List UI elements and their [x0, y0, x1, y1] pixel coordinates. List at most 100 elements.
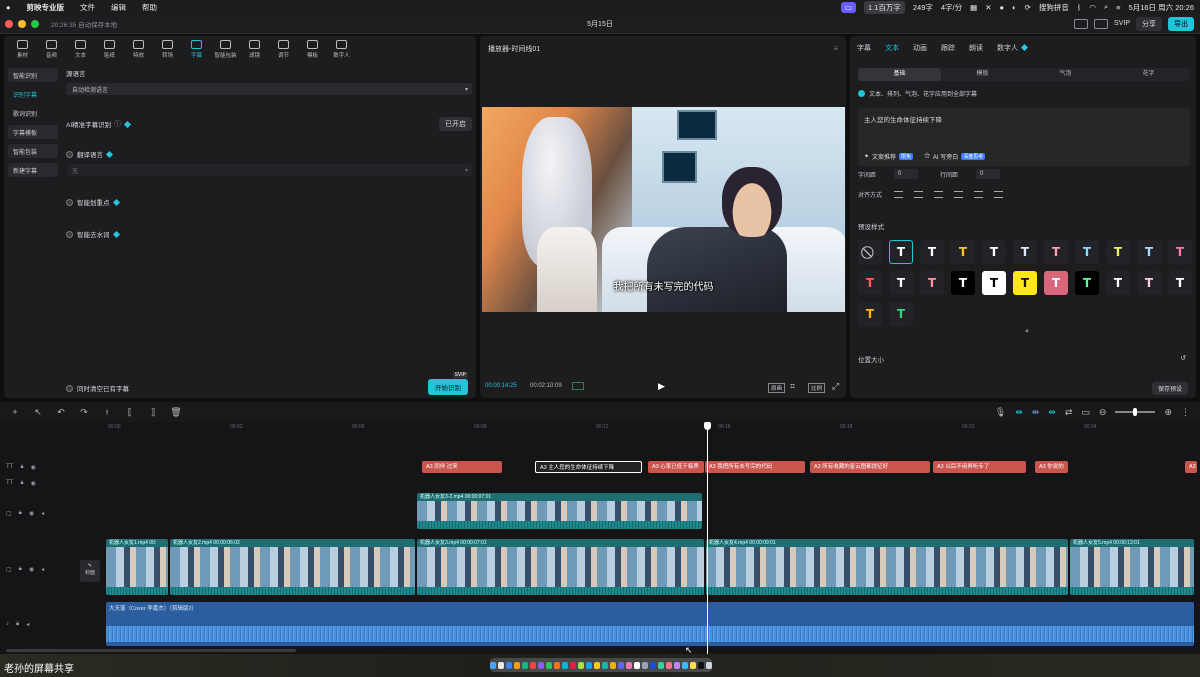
- main-video-clip[interactable]: 机器人女友4.mp4 00:00:09:01: [706, 539, 1068, 595]
- menu-edit[interactable]: 编辑: [111, 2, 126, 13]
- dock-app-icon[interactable]: [569, 661, 577, 669]
- fullscreen-icon[interactable]: ⤢: [832, 381, 839, 392]
- dock-app-icon[interactable]: [617, 661, 625, 669]
- dock-app-icon[interactable]: [593, 661, 601, 669]
- main-video-clip[interactable]: 机器人女友5.mp4 00:00:13:01: [1070, 539, 1194, 595]
- toolbar-item[interactable]: 滤镜: [240, 36, 269, 62]
- caption-clip[interactable]: A3 心率已低于临界: [648, 461, 704, 473]
- audio-icon[interactable]: ◂: [41, 566, 44, 573]
- save-preset-button[interactable]: 保存预设: [1151, 382, 1188, 395]
- dock-app-icon[interactable]: [697, 661, 705, 669]
- audio-clip[interactable]: 大天蓬（Cover 李嘉杰）（剪辑版2）: [106, 602, 1194, 646]
- timeline-scrollbar[interactable]: [6, 649, 296, 652]
- ai-precise-toggle[interactable]: 已开启: [439, 117, 472, 131]
- search-icon[interactable]: ⌕: [1104, 2, 1108, 12]
- zoom-in-icon[interactable]: ⊕: [1164, 407, 1172, 418]
- dewater-checkbox[interactable]: [66, 230, 73, 238]
- caption-clip[interactable]: A3 所有收藏的星云图都提征好: [810, 461, 930, 473]
- preset-style[interactable]: T: [889, 271, 913, 295]
- menu-app[interactable]: 剪映专业版: [27, 2, 65, 13]
- keyboard-icon[interactable]: [1094, 18, 1109, 29]
- dock-app-icon[interactable]: [585, 661, 593, 669]
- eye-icon[interactable]: ◉: [29, 510, 34, 517]
- align-vertical-center-icon[interactable]: [974, 191, 984, 198]
- lock-icon[interactable]: 🔒︎: [20, 480, 23, 487]
- dock-app-icon[interactable]: [689, 661, 697, 669]
- preset-style[interactable]: T: [1106, 240, 1130, 264]
- apply-all-checkbox[interactable]: [858, 90, 865, 97]
- preset-style[interactable]: T: [982, 240, 1006, 264]
- toolbar-item[interactable]: 文本: [66, 36, 95, 62]
- lock-icon[interactable]: 🔒︎: [20, 464, 23, 471]
- eye-icon[interactable]: ◉: [29, 566, 34, 573]
- play-icon[interactable]: ▶: [658, 381, 665, 392]
- preset-none-icon[interactable]: ⃠: [858, 240, 882, 264]
- dock-app-icon[interactable]: [625, 661, 633, 669]
- preset-style[interactable]: T: [1137, 271, 1161, 295]
- caption-clip[interactable]: A3: [1185, 461, 1197, 473]
- magnet-icon[interactable]: ⇹: [1032, 407, 1040, 418]
- more-icon[interactable]: ⋮: [1181, 407, 1190, 418]
- split-right-icon[interactable]: ⟧: [146, 407, 160, 418]
- bluetooth-icon[interactable]: ᛒ: [1077, 3, 1082, 12]
- moon-icon[interactable]: ●: [1000, 3, 1005, 12]
- property-tab[interactable]: 字幕: [857, 43, 871, 53]
- dock-app-icon[interactable]: [537, 661, 545, 669]
- share-button[interactable]: 分享: [1136, 16, 1162, 31]
- lock-icon[interactable]: 🔒︎: [19, 510, 22, 517]
- screenshot-icon[interactable]: ⌗: [790, 381, 795, 392]
- undo-icon[interactable]: ↶: [54, 407, 68, 418]
- subnav-smart-pack[interactable]: 智能包装: [8, 144, 58, 158]
- text-subtab[interactable]: 花字: [1107, 68, 1190, 81]
- dock-app-icon[interactable]: [649, 661, 657, 669]
- main-video-clip[interactable]: 机器人女友1.mp4 00:: [106, 539, 168, 595]
- preset-style[interactable]: T: [920, 271, 944, 295]
- subnav-new-caption[interactable]: 新建字幕: [8, 163, 58, 177]
- reset-icon[interactable]: ↺: [1180, 354, 1186, 362]
- dock-app-icon[interactable]: [601, 661, 609, 669]
- zoom-window-button[interactable]: [31, 19, 39, 28]
- collapse-icon[interactable]: ▲: [1024, 328, 1030, 334]
- preset-style[interactable]: T: [889, 302, 913, 326]
- redo-icon[interactable]: ↷: [77, 407, 91, 418]
- preset-style[interactable]: T: [889, 240, 913, 264]
- toolbar-item[interactable]: 调节: [269, 36, 298, 62]
- dock-app-icon[interactable]: [489, 661, 497, 669]
- toolbar-item[interactable]: 智能包装: [211, 36, 240, 62]
- dock-app-icon[interactable]: [521, 661, 529, 669]
- text-subtab[interactable]: 模板: [941, 68, 1024, 81]
- zoom-slider[interactable]: [1115, 408, 1156, 416]
- zoom-out-icon[interactable]: ⊖: [1099, 407, 1107, 418]
- close-window-button[interactable]: [5, 19, 13, 28]
- subnav-recognize-captions[interactable]: 识别字幕: [8, 87, 58, 101]
- preset-style[interactable]: T: [1044, 271, 1068, 295]
- caption-icon[interactable]: ▭: [1081, 407, 1090, 418]
- preset-style[interactable]: T: [1106, 271, 1130, 295]
- audio-icon[interactable]: ◂: [26, 621, 29, 628]
- playhead[interactable]: [707, 422, 708, 654]
- lock-icon[interactable]: 🔒︎: [19, 566, 22, 573]
- clear-existing-checkbox[interactable]: [66, 384, 73, 392]
- cover-button[interactable]: ✎ 封面: [80, 560, 100, 582]
- dock-app-icon[interactable]: [505, 661, 513, 669]
- toolbar-item[interactable]: 字幕: [182, 36, 211, 62]
- align-center-icon[interactable]: [914, 191, 924, 198]
- dock-app-icon[interactable]: [577, 661, 585, 669]
- audio-icon[interactable]: ◂: [41, 510, 44, 517]
- preset-style[interactable]: T: [1168, 240, 1192, 264]
- svip-badge[interactable]: SVIP: [1114, 20, 1130, 27]
- preset-style[interactable]: T: [1075, 240, 1099, 264]
- link-main-track-icon[interactable]: ⇹: [1015, 407, 1023, 418]
- dock-app-icon[interactable]: [681, 661, 689, 669]
- menu-help[interactable]: 帮助: [142, 2, 157, 13]
- preset-style[interactable]: T: [1013, 240, 1037, 264]
- toolbar-item[interactable]: 数字人: [327, 36, 356, 62]
- apple-icon[interactable]: ●: [6, 3, 11, 12]
- property-tab[interactable]: 朗读: [969, 43, 983, 53]
- preset-style[interactable]: T: [858, 302, 882, 326]
- align-vertical-bottom-icon[interactable]: [994, 191, 1004, 198]
- property-tab[interactable]: 文本: [885, 43, 899, 53]
- toolbar-item[interactable]: 特效: [124, 36, 153, 62]
- export-button[interactable]: 导出: [1168, 16, 1194, 31]
- add-icon[interactable]: +: [8, 407, 22, 417]
